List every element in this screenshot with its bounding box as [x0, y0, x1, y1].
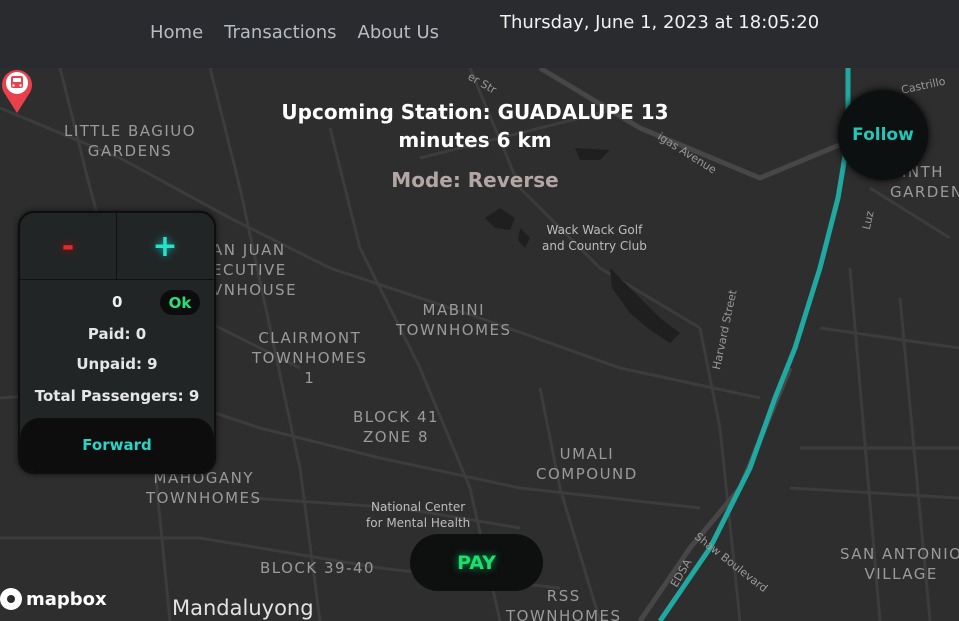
total-passengers: Total Passengers: 9	[34, 387, 200, 405]
increment-button[interactable]: +	[117, 213, 213, 279]
map-label-san-antonio: SAN ANTONIO VILLAGE	[840, 545, 959, 583]
passenger-count: 0	[112, 293, 123, 311]
forward-button[interactable]: Forward	[20, 418, 214, 472]
nav-transactions-link[interactable]: Transactions	[224, 22, 336, 43]
mapbox-logo-icon	[0, 588, 22, 610]
map-label-umali: UMALI COMPOUND	[536, 445, 638, 483]
map-label-little-baguio: LITTLE BAGIUO GARDENS	[64, 122, 197, 160]
map-label-rss: RSS TOWNHOMES	[506, 587, 622, 621]
station-line-2: minutes 6 km	[398, 128, 552, 152]
station-line-1: Upcoming Station: GUADALUPE 13	[281, 100, 669, 124]
nav-home-link[interactable]: Home	[150, 22, 203, 43]
map-label-mabini: MABINI TOWNHOMES	[396, 301, 512, 339]
nav-about-link[interactable]: About Us	[358, 22, 440, 43]
decrement-button[interactable]: -	[20, 213, 117, 279]
map-label-city: Mandaluyong	[172, 596, 314, 620]
mapbox-attribution[interactable]: mapbox	[0, 588, 107, 610]
paid-count: Paid: 0	[87, 325, 147, 343]
map-label-block39: BLOCK 39-40	[260, 559, 376, 577]
map-label-clairmont: CLAIRMONT TOWNHOMES 1	[252, 329, 368, 387]
unpaid-count: Unpaid: 9	[76, 355, 158, 373]
mode-text: Mode: Reverse	[391, 168, 559, 192]
ok-button[interactable]: Ok	[160, 290, 200, 315]
bus-location-marker-icon[interactable]	[0, 68, 34, 114]
map-view[interactable]: LITTLE BAGIUO GARDENS AN JUAN ECUTIVE VN…	[0, 68, 959, 621]
pay-button[interactable]: PAY	[410, 534, 543, 591]
passenger-stepper: - +	[20, 213, 214, 280]
upcoming-station-text: Upcoming Station: GUADALUPE 13 minutes 6…	[270, 98, 680, 154]
datetime-display: Thursday, June 1, 2023 at 18:05:20	[500, 12, 820, 33]
top-navbar: Home Transactions About Us Thursday, Jun…	[0, 0, 959, 68]
map-label-san-juan: AN JUAN ECUTIVE VNHOUSE	[212, 241, 298, 299]
nav-links: Home Transactions About Us	[150, 22, 439, 43]
map-label-wack-wack: Wack Wack Golf and Country Club	[542, 223, 647, 253]
map-label-mahogany: MAHOGANY TOWNHOMES	[146, 469, 262, 507]
mapbox-wordmark: mapbox	[26, 588, 107, 610]
passenger-panel: - + 0 Ok Paid: 0 Unpaid: 9 Total Passeng…	[18, 211, 216, 474]
map-label-block41: BLOCK 41 ZONE 8	[353, 408, 440, 446]
follow-button[interactable]: Follow	[838, 90, 928, 180]
map-label-ncmh: National Center for Mental Health	[366, 500, 471, 530]
